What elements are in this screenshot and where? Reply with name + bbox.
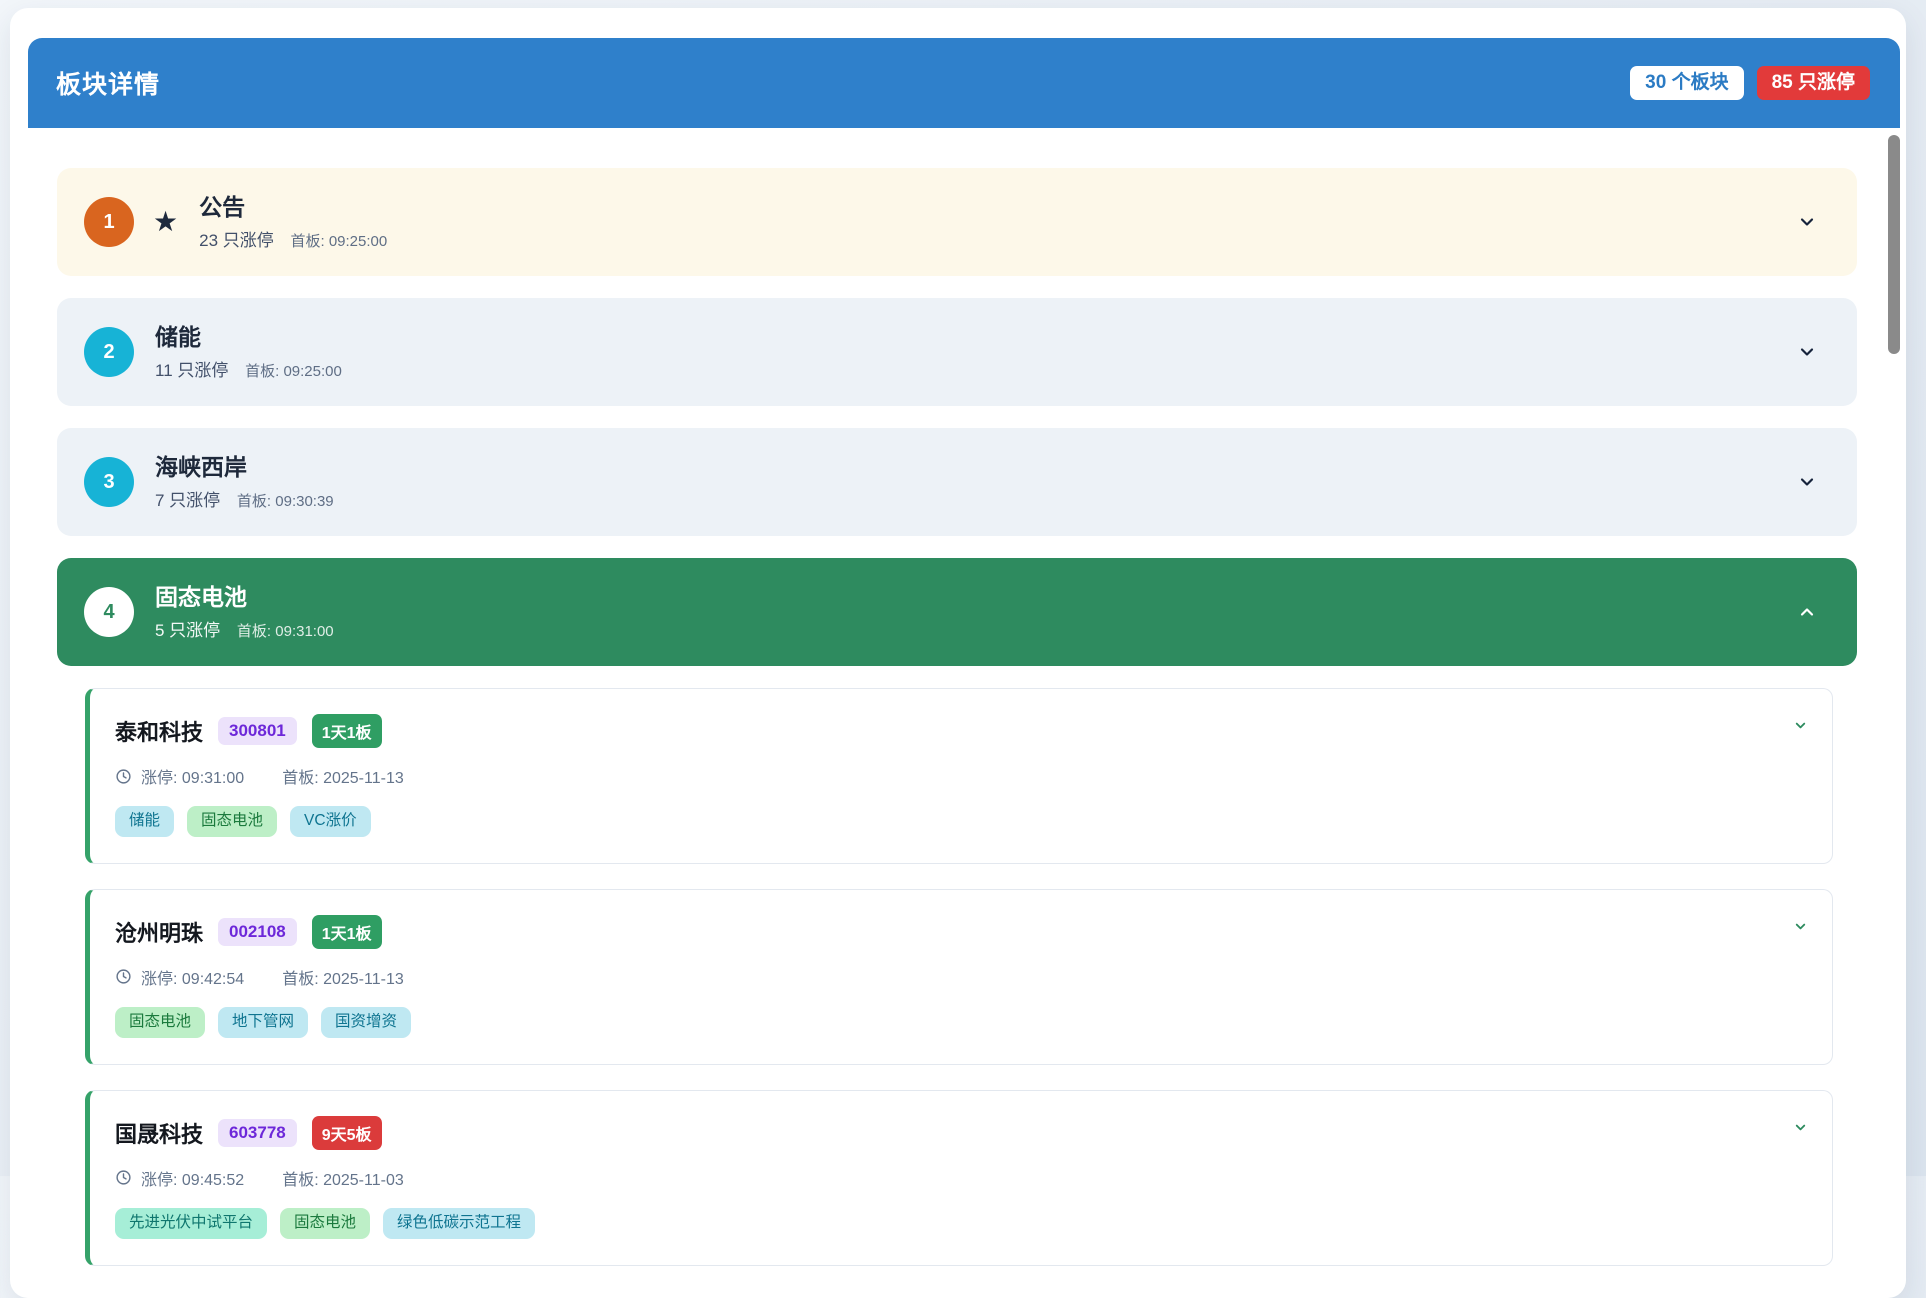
first-board-date: 首板: 2025-11-13	[282, 965, 404, 989]
sector-text: 固态电池 5 只涨停 首板: 09:31:00	[155, 583, 334, 642]
sector-subtitle: 11 只涨停 首板: 09:25:00	[155, 356, 342, 381]
first-board-time: 首板: 09:31:00	[237, 623, 334, 640]
concept-tag[interactable]: 先进光伏中试平台	[115, 1208, 267, 1239]
streak-badge: 1天1板	[312, 915, 382, 949]
star-icon: ★	[153, 208, 178, 236]
concept-tag[interactable]: 国资增资	[321, 1007, 411, 1038]
first-board-time: 首板: 09:30:39	[237, 493, 334, 510]
first-board-time: 首板: 09:25:00	[245, 363, 342, 380]
sector-count-badge: 30 个板块	[1630, 66, 1743, 101]
first-board-time: 首板: 09:25:00	[290, 233, 387, 250]
streak-badge: 1天1板	[312, 714, 382, 748]
concept-tag[interactable]: VC涨价	[290, 806, 371, 837]
first-board-date: 首板: 2025-11-03	[282, 1166, 404, 1190]
stock-card-cangzhoumingzhu[interactable]: 沧州明珠 002108 1天1板 涨停: 09:42:54 首板: 2025-1…	[85, 889, 1833, 1065]
limitup-count: 23 只涨停	[199, 231, 274, 250]
concept-tag[interactable]: 地下管网	[218, 1007, 308, 1038]
stock-code-badge: 603778	[218, 1119, 297, 1147]
stock-code-badge: 300801	[218, 717, 297, 745]
sector-row-gonggao[interactable]: 1 ★ 公告 23 只涨停 首板: 09:25:00	[57, 168, 1857, 276]
chevron-down-icon[interactable]	[1793, 718, 1808, 733]
page-title: 板块详情	[56, 65, 160, 101]
rank-badge: 2	[84, 327, 134, 377]
rank-badge: 3	[84, 457, 134, 507]
limitup-count: 7 只涨停	[155, 491, 220, 510]
tag-row: 固态电池 地下管网 国资增资	[115, 1007, 1772, 1038]
limitup-time: 涨停: 09:45:52	[141, 1166, 244, 1190]
stock-card-guoshengkeji[interactable]: 国晟科技 603778 9天5板 涨停: 09:45:52 首板: 2025-1…	[85, 1090, 1833, 1266]
tag-row: 储能 固态电池 VC涨价	[115, 806, 1772, 837]
scrollbar-thumb[interactable]	[1888, 135, 1900, 354]
sector-name: 公告	[199, 193, 387, 222]
stock-meta: 涨停: 09:45:52 首板: 2025-11-03	[115, 1166, 1772, 1190]
limitup-count: 11 只涨停	[155, 361, 228, 380]
limitup-count-badge: 85 只涨停	[1757, 66, 1870, 101]
sector-name: 海峡西岸	[155, 453, 334, 482]
tag-row: 先进光伏中试平台 固态电池 绿色低碳示范工程	[115, 1208, 1772, 1239]
stock-head: 沧州明珠 002108 1天1板	[115, 915, 1772, 949]
clock-icon	[115, 768, 132, 785]
stock-head: 泰和科技 300801 1天1板	[115, 714, 1772, 748]
chevron-down-icon[interactable]	[1797, 342, 1817, 362]
stock-meta: 涨停: 09:42:54 首板: 2025-11-13	[115, 965, 1772, 989]
streak-badge: 9天5板	[312, 1116, 382, 1150]
header-badges: 30 个板块 85 只涨停	[1630, 66, 1870, 101]
concept-tag[interactable]: 固态电池	[187, 806, 277, 837]
chevron-down-icon[interactable]	[1793, 1120, 1808, 1135]
limitup-count: 5 只涨停	[155, 621, 220, 640]
sector-row-haixia[interactable]: 3 海峡西岸 7 只涨停 首板: 09:30:39	[57, 428, 1857, 536]
rank-badge: 4	[84, 587, 134, 637]
stock-head: 国晟科技 603778 9天5板	[115, 1116, 1772, 1150]
clock-icon	[115, 968, 132, 985]
concept-tag[interactable]: 绿色低碳示范工程	[383, 1208, 535, 1239]
sector-text: 公告 23 只涨停 首板: 09:25:00	[199, 193, 387, 252]
panel-header: 板块详情 30 个板块 85 只涨停	[28, 38, 1900, 128]
sector-row-chuneng[interactable]: 2 储能 11 只涨停 首板: 09:25:00	[57, 298, 1857, 406]
concept-tag[interactable]: 固态电池	[115, 1007, 205, 1038]
stock-name: 国晟科技	[115, 1117, 203, 1149]
sector-text: 海峡西岸 7 只涨停 首板: 09:30:39	[155, 453, 334, 512]
clock-icon	[115, 1169, 132, 1186]
concept-tag[interactable]: 固态电池	[280, 1208, 370, 1239]
sector-row-gutaidianchi[interactable]: 4 固态电池 5 只涨停 首板: 09:31:00	[57, 558, 1857, 666]
rank-badge: 1	[84, 197, 134, 247]
concept-tag[interactable]: 储能	[115, 806, 174, 837]
sector-list: 1 ★ 公告 23 只涨停 首板: 09:25:00 2 储能 11 只涨停 首…	[28, 128, 1900, 1266]
sector-subtitle: 5 只涨停 首板: 09:31:00	[155, 616, 334, 641]
chevron-down-icon[interactable]	[1793, 919, 1808, 934]
stock-name: 沧州明珠	[115, 916, 203, 948]
limitup-time: 涨停: 09:31:00	[141, 764, 244, 788]
sector-name: 储能	[155, 323, 342, 352]
limitup-time: 涨停: 09:42:54	[141, 965, 244, 989]
sector-subtitle: 7 只涨停 首板: 09:30:39	[155, 486, 334, 511]
stock-card-taihekeji[interactable]: 泰和科技 300801 1天1板 涨停: 09:31:00 首板: 2025-1…	[85, 688, 1833, 864]
chevron-down-icon[interactable]	[1797, 472, 1817, 492]
stock-name: 泰和科技	[115, 715, 203, 747]
sector-name: 固态电池	[155, 583, 334, 612]
sector-text: 储能 11 只涨停 首板: 09:25:00	[155, 323, 342, 382]
stock-list: 泰和科技 300801 1天1板 涨停: 09:31:00 首板: 2025-1…	[85, 688, 1833, 1266]
stock-meta: 涨停: 09:31:00 首板: 2025-11-13	[115, 764, 1772, 788]
sector-subtitle: 23 只涨停 首板: 09:25:00	[199, 226, 387, 251]
first-board-date: 首板: 2025-11-13	[282, 764, 404, 788]
stock-code-badge: 002108	[218, 918, 297, 946]
sector-detail-panel: 板块详情 30 个板块 85 只涨停 1 ★ 公告 23 只涨停 首板: 09:…	[28, 38, 1900, 1291]
chevron-down-icon[interactable]	[1797, 212, 1817, 232]
chevron-up-icon[interactable]	[1797, 602, 1817, 622]
